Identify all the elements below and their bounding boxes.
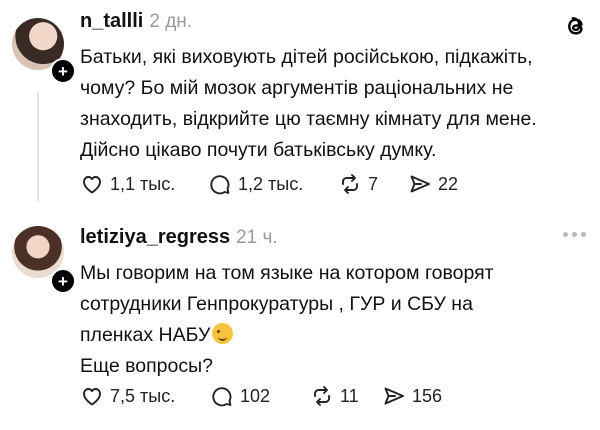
comment-icon <box>210 175 230 195</box>
like-count: 1,1 тыс. <box>110 173 176 194</box>
post-actions: 7,5 тыс. 102 11 156 <box>80 384 442 408</box>
post-text-line: Батьки, які виховують дітей російською, … <box>80 46 533 68</box>
post-actions: 1,1 тыс. 1,2 тыс. 7 22 <box>80 172 458 196</box>
reply-count: 1,2 тыс. <box>238 173 304 194</box>
repost-icon <box>342 174 358 194</box>
like-count: 7,5 тыс. <box>110 385 176 406</box>
repost-button[interactable]: 7 <box>338 172 408 196</box>
follow-plus-icon[interactable]: + <box>50 268 76 294</box>
more-icon[interactable] <box>563 232 586 237</box>
share-button[interactable]: 156 <box>382 384 442 408</box>
repost-count: 7 <box>368 173 379 194</box>
follow-plus-icon[interactable]: + <box>50 58 76 84</box>
post-text-line: Дійсно цікаво почути батьківську думку. <box>80 139 437 161</box>
username[interactable]: n_tallli <box>80 10 143 33</box>
post-text-span: пленках НАБУ <box>80 324 211 346</box>
comment-icon <box>212 387 232 407</box>
share-button[interactable]: 22 <box>408 172 458 196</box>
share-count: 156 <box>412 385 443 406</box>
post-header: letiziya_regress 21 ч. <box>80 226 278 249</box>
post-text-line: Мы говорим на том языке на котором говор… <box>80 262 494 284</box>
reply-button[interactable]: 102 <box>210 384 310 408</box>
post: + letiziya_regress 21 ч. Мы говорим на т… <box>0 212 600 430</box>
heart-icon <box>83 176 101 194</box>
post-text-line: пленках НАБУ <box>80 320 585 351</box>
post-time: 2 дн. <box>149 11 193 32</box>
like-button[interactable]: 1,1 тыс. <box>80 172 208 196</box>
threads-logo-icon[interactable] <box>562 12 590 40</box>
heart-icon <box>83 388 101 406</box>
username[interactable]: letiziya_regress <box>80 226 230 249</box>
repost-button[interactable]: 11 <box>310 384 382 408</box>
share-count: 22 <box>438 173 459 194</box>
post-time: 21 ч. <box>236 227 278 248</box>
post-text-line: сотрудники Генпрокуратуры , ГУР и СБУ на <box>80 293 473 315</box>
post-header: n_tallli 2 дн. <box>80 10 192 33</box>
post-text-line: знаходить, відкрийте цю таємну кімнату д… <box>80 108 537 130</box>
thread-line <box>37 92 39 202</box>
repost-icon <box>314 386 330 406</box>
reply-button[interactable]: 1,2 тыс. <box>208 172 338 196</box>
send-icon <box>384 387 404 405</box>
reply-count: 102 <box>240 385 271 406</box>
post-text-line: чому? Бо мій мозок аргументів раціональн… <box>80 77 514 99</box>
post: + n_tallli 2 дн. Батьки, які виховують д… <box>0 0 600 212</box>
post-text-line: Еще вопросы? <box>80 355 213 377</box>
post-text: Батьки, які виховують дітей російською, … <box>80 42 585 166</box>
repost-count: 11 <box>340 385 359 406</box>
like-button[interactable]: 7,5 тыс. <box>80 384 210 408</box>
winking-face-emoji-icon <box>212 323 234 344</box>
send-icon <box>410 175 430 193</box>
post-text: Мы говорим на том языке на котором говор… <box>80 258 585 382</box>
